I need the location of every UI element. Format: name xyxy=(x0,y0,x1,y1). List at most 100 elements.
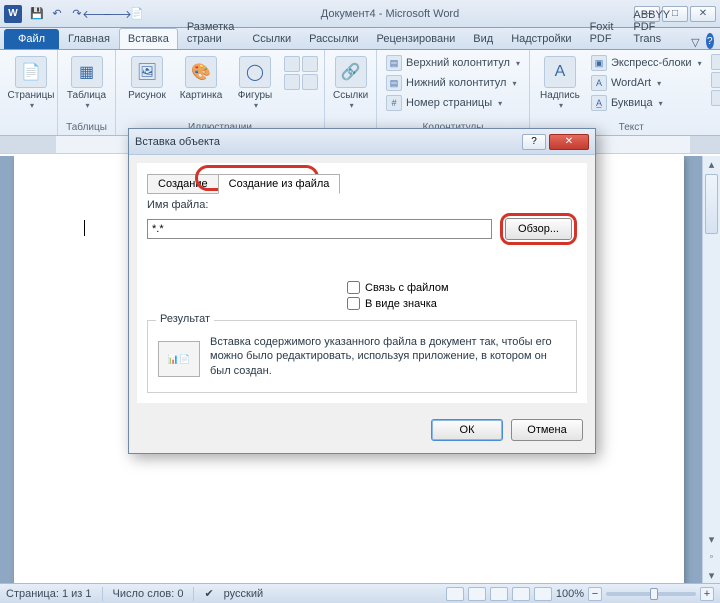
zoom-in-button[interactable]: + xyxy=(700,587,714,601)
view-print-layout[interactable] xyxy=(446,587,464,601)
tab-create-new[interactable]: Создание xyxy=(147,174,219,194)
tab-create-from-file[interactable]: Создание из файла xyxy=(218,174,341,194)
group-headers: ▤Верхний колонтитул▾ ▤Нижний колонтитул▾… xyxy=(377,50,530,135)
chevron-down-icon: ▾ xyxy=(254,101,258,110)
screenshot-icon[interactable] xyxy=(284,74,300,90)
statusbar-right: 100% − + xyxy=(446,587,714,601)
group-label-tables: Таблицы xyxy=(64,120,109,133)
filename-row: Обзор... xyxy=(147,213,577,245)
view-web[interactable] xyxy=(490,587,508,601)
footer-button[interactable]: ▤Нижний колонтитул▾ xyxy=(383,74,523,92)
smartart-icon[interactable] xyxy=(284,56,300,72)
vertical-scrollbar[interactable]: ▴ ▾ ◦ ▾ xyxy=(702,156,720,583)
dialog-help-button[interactable]: ? xyxy=(522,134,546,150)
tab-abbyy[interactable]: ABBYY PDF Trans xyxy=(624,4,691,49)
links-label: Ссылки xyxy=(333,90,368,101)
clipart-button[interactable]: 🎨Картинка xyxy=(176,54,226,103)
ok-button[interactable]: ОК xyxy=(431,419,503,441)
signature-icon[interactable] xyxy=(711,54,720,70)
filename-input[interactable] xyxy=(147,219,492,239)
shapes-icon: ◯ xyxy=(239,56,271,88)
header-label: Верхний колонтитул xyxy=(406,57,510,69)
dropcap-button[interactable]: A̲Буквица▾ xyxy=(588,94,705,112)
dialog-titlebar[interactable]: Вставка объекта ? ✕ xyxy=(129,129,595,155)
datetime-icon[interactable] xyxy=(711,72,720,88)
pagenum-button[interactable]: #Номер страницы▾ xyxy=(383,94,523,112)
view-draft[interactable] xyxy=(534,587,552,601)
misc-icon[interactable] xyxy=(302,74,318,90)
tab-references[interactable]: Ссылки xyxy=(243,28,300,49)
zoom-knob[interactable] xyxy=(650,588,658,600)
scroll-up-icon[interactable]: ▴ xyxy=(703,156,720,172)
header-button[interactable]: ▤Верхний колонтитул▾ xyxy=(383,54,523,72)
dialog-close-button[interactable]: ✕ xyxy=(549,134,589,150)
browse-button[interactable]: Обзор... xyxy=(505,218,572,240)
tab-view[interactable]: Вид xyxy=(464,28,502,49)
status-wordcount[interactable]: Число слов: 0 xyxy=(113,588,184,600)
view-fullscreen[interactable] xyxy=(468,587,486,601)
group-pages: 📄 Страницы ▾ xyxy=(0,50,58,135)
qat-icon-3[interactable]: 📄 xyxy=(128,5,146,23)
ruler-margin-right xyxy=(690,136,720,153)
next-page-icon[interactable]: ▾ xyxy=(703,567,720,583)
tab-layout[interactable]: Разметка страни xyxy=(178,16,244,49)
dropcap-label: Буквица xyxy=(611,97,653,109)
view-outline[interactable] xyxy=(512,587,530,601)
cancel-button[interactable]: Отмена xyxy=(511,419,583,441)
zoom-level[interactable]: 100% xyxy=(556,588,584,600)
tab-mailings[interactable]: Рассылки xyxy=(300,28,367,49)
link-to-file-row[interactable]: Связь с файлом xyxy=(347,281,577,294)
pagenum-icon: # xyxy=(386,95,402,111)
shapes-label: Фигуры xyxy=(238,90,272,101)
file-tab[interactable]: Файл xyxy=(4,29,59,49)
zoom-slider[interactable] xyxy=(606,592,696,596)
chevron-down-icon: ▾ xyxy=(698,59,702,68)
proofing-icon[interactable]: ✔ xyxy=(204,587,213,600)
links-button[interactable]: 🔗Ссылки▾ xyxy=(331,54,370,112)
scroll-thumb[interactable] xyxy=(705,174,718,234)
scroll-down-icon[interactable]: ▾ xyxy=(703,531,720,547)
collapse-ribbon-icon[interactable]: ▽ xyxy=(691,36,699,49)
table-button[interactable]: ▦ Таблица ▾ xyxy=(64,54,109,112)
textbox-label: Надпись xyxy=(540,90,580,101)
tab-insert[interactable]: Вставка xyxy=(119,28,178,49)
as-icon-row[interactable]: В виде значка xyxy=(347,297,577,310)
undo-icon[interactable]: ↶ xyxy=(48,5,66,23)
chart-icon[interactable] xyxy=(302,56,318,72)
footer-icon: ▤ xyxy=(386,75,402,91)
clipart-icon: 🎨 xyxy=(185,56,217,88)
help-icon[interactable]: ? xyxy=(706,33,714,49)
textbox-button[interactable]: AНадпись▾ xyxy=(536,54,584,112)
wordart-button[interactable]: AWordArt▾ xyxy=(588,74,705,92)
chevron-down-icon: ▾ xyxy=(559,101,563,110)
prev-page-icon[interactable]: ◦ xyxy=(703,549,720,565)
divider xyxy=(193,587,194,601)
link-to-file-checkbox[interactable] xyxy=(347,281,360,294)
ribbon: 📄 Страницы ▾ ▦ Таблица ▾ Таблицы 🖼Рисуно… xyxy=(0,50,720,136)
tab-home[interactable]: Главная xyxy=(59,28,119,49)
tab-addins[interactable]: Надстройки xyxy=(502,28,580,49)
pages-button[interactable]: 📄 Страницы ▾ xyxy=(6,54,56,112)
status-language[interactable]: русский xyxy=(224,588,263,600)
shapes-button[interactable]: ◯ Фигуры▾ xyxy=(230,54,280,112)
close-button[interactable]: ✕ xyxy=(690,6,716,22)
chevron-down-icon: ▾ xyxy=(512,79,516,88)
as-icon-checkbox[interactable] xyxy=(347,297,360,310)
statusbar: Страница: 1 из 1 Число слов: 0 ✔ русский… xyxy=(0,583,720,603)
object-icon[interactable] xyxy=(711,90,720,106)
dropcap-icon: A̲ xyxy=(591,95,607,111)
chevron-down-icon: ▾ xyxy=(85,101,89,110)
chevron-down-icon: ▾ xyxy=(30,101,34,110)
express-label: Экспресс-блоки xyxy=(611,57,692,69)
zoom-out-button[interactable]: − xyxy=(588,587,602,601)
group-links: 🔗Ссылки▾ xyxy=(325,50,377,135)
express-button[interactable]: ▣Экспресс-блоки▾ xyxy=(588,54,705,72)
tab-foxit[interactable]: Foxit PDF xyxy=(581,16,625,49)
picture-button[interactable]: 🖼Рисунок xyxy=(122,54,172,103)
tab-review[interactable]: Рецензировани xyxy=(367,28,464,49)
status-page[interactable]: Страница: 1 из 1 xyxy=(6,588,92,600)
quick-access-toolbar: 💾 ↶ ↷ 🡐 🡒 📄 xyxy=(28,5,146,23)
save-icon[interactable]: 💾 xyxy=(28,5,46,23)
qat-icon-2[interactable]: 🡒 xyxy=(108,5,126,23)
pages-icon: 📄 xyxy=(15,56,47,88)
